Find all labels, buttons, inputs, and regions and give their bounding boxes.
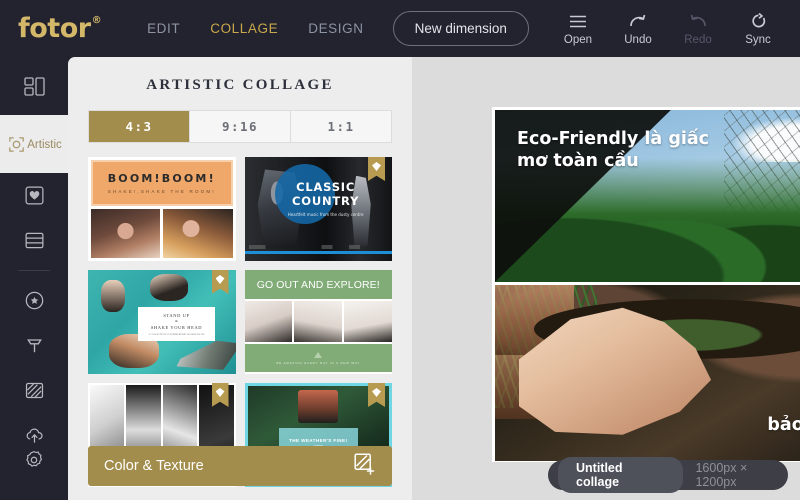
sidebar-item-artistic-label: Artistic bbox=[27, 139, 62, 151]
open-label: Open bbox=[563, 33, 593, 46]
pattern-background-icon bbox=[25, 381, 44, 400]
photo-thumb bbox=[294, 301, 343, 342]
boom-boom-title: BOOM!BOOM! bbox=[107, 172, 216, 185]
template-card-boom-boom[interactable]: BOOM!BOOM! SHAKE!,SHAKE THE ROOM! bbox=[88, 157, 236, 261]
logo-text: fotor bbox=[18, 13, 91, 44]
ratio-tab-9-16[interactable]: 9:16 bbox=[190, 111, 291, 142]
collage-cell-top[interactable]: Eco-Friendly là giấc mơ toàn cầu bbox=[495, 110, 800, 282]
sidebar-item-layouts-rows[interactable] bbox=[0, 218, 68, 263]
swimmer-photo bbox=[149, 274, 189, 302]
template-grid: BOOM!BOOM! SHAKE!,SHAKE THE ROOM! CLASSI… bbox=[88, 157, 392, 487]
stand-up-line3: SHAKE YOUR HEAD bbox=[150, 324, 203, 330]
canvas-text-bottom[interactable]: Yêu bảo vệ thế giới c bbox=[767, 391, 800, 437]
classic-country-line1: CLASSIC bbox=[296, 179, 356, 194]
blue-accent-bar bbox=[244, 251, 392, 254]
photo-thumb bbox=[244, 301, 293, 342]
ratio-tab-4-3[interactable]: 4:3 bbox=[89, 111, 190, 142]
text-tool-icon bbox=[25, 336, 44, 355]
top-tool-group: Open Undo Redo Sync bbox=[548, 0, 788, 57]
stack-rows-icon bbox=[25, 231, 44, 250]
template-card-stand-up[interactable]: STAND UP & SHAKE YOUR HEAD A COLLECTION … bbox=[88, 270, 236, 374]
project-name-field[interactable]: Untitled collage bbox=[558, 457, 684, 493]
canvas-text-top-line2: mơ toàn cầu bbox=[517, 151, 639, 171]
weather-title: THE WEATHER'S FINE! bbox=[289, 437, 348, 443]
registered-mark: ® bbox=[91, 15, 102, 26]
swimmer-photo bbox=[101, 280, 125, 312]
sticker-badge-icon bbox=[25, 291, 44, 310]
undo-arrow-icon bbox=[608, 12, 668, 31]
template-card-classic-country[interactable]: CLASSIC COUNTRY Heartfelt music from the… bbox=[244, 157, 392, 261]
nav-tab-collage[interactable]: COLLAGE bbox=[195, 15, 293, 42]
sidebar-item-stickers[interactable] bbox=[0, 278, 68, 323]
go-out-explore-footer-text: BE AMAZING EVERY DAY IN A NEW WAY bbox=[276, 360, 361, 365]
redo-arrow-icon bbox=[668, 12, 728, 31]
main-nav: EDIT COLLAGE DESIGN New dimension bbox=[132, 11, 529, 46]
color-texture-button[interactable]: Color & Texture bbox=[88, 446, 392, 486]
surfboard-photo bbox=[176, 340, 236, 370]
canvas-text-top-line1: Eco-Friendly là giấc bbox=[517, 129, 710, 149]
project-status-bar: Untitled collage 1600px × 1200px bbox=[548, 457, 788, 493]
collage-cell-bottom[interactable]: Yêu bảo vệ thế giới c bbox=[495, 285, 800, 461]
sidebar-item-artistic[interactable]: Artistic bbox=[0, 115, 68, 173]
sidebar-item-text[interactable] bbox=[0, 323, 68, 368]
hamburger-menu-icon bbox=[548, 12, 608, 31]
collage-canvas[interactable]: Eco-Friendly là giấc mơ toàn cầu Yêu bảo… bbox=[412, 57, 800, 500]
canvas-text-bottom-line2: bảo vệ thế giới c bbox=[767, 415, 800, 435]
fotor-collage-app: fotor® EDIT COLLAGE DESIGN New dimension… bbox=[0, 0, 800, 500]
premium-badge-icon bbox=[211, 270, 229, 294]
open-button[interactable]: Open bbox=[548, 12, 608, 46]
sidebar-item-layout[interactable] bbox=[0, 57, 68, 115]
sidebar-item-settings[interactable] bbox=[0, 437, 68, 482]
camera-subject bbox=[298, 389, 339, 424]
artistic-frame-icon bbox=[6, 134, 27, 155]
left-tool-rail: Artistic bbox=[0, 57, 68, 500]
artistic-collage-panel: ARTISTIC COLLAGE 4:3 9:16 1:1 BOOM!BOOM!… bbox=[68, 57, 412, 500]
canvas-text-top[interactable]: Eco-Friendly là giấc mơ toàn cầu bbox=[517, 128, 709, 172]
stand-up-label: STAND UP & SHAKE YOUR HEAD A COLLECTION … bbox=[138, 307, 215, 341]
add-texture-icon bbox=[354, 452, 376, 480]
boom-boom-subtitle: SHAKE!,SHAKE THE ROOM! bbox=[107, 189, 216, 194]
classic-country-line2: COUNTRY bbox=[292, 193, 360, 208]
heart-in-square-icon bbox=[25, 186, 44, 205]
go-out-explore-title: GO OUT AND EXPLORE! bbox=[244, 270, 392, 299]
photo-thumb bbox=[163, 209, 233, 258]
stand-up-line2: & bbox=[175, 319, 178, 324]
layout-grid-icon bbox=[23, 76, 45, 96]
ratio-tab-1-1[interactable]: 1:1 bbox=[291, 111, 391, 142]
project-dimensions-label: 1600px × 1200px bbox=[695, 461, 748, 489]
stand-up-line1: STAND UP bbox=[163, 312, 190, 318]
panel-title: ARTISTIC COLLAGE bbox=[146, 77, 334, 93]
nav-tab-edit[interactable]: EDIT bbox=[132, 15, 195, 42]
boom-boom-photos bbox=[91, 209, 233, 258]
sync-button[interactable]: Sync bbox=[728, 12, 788, 46]
top-bar: fotor® EDIT COLLAGE DESIGN New dimension… bbox=[0, 0, 800, 57]
go-out-explore-footer: BE AMAZING EVERY DAY IN A NEW WAY bbox=[244, 344, 392, 372]
photo-thumb bbox=[91, 209, 161, 258]
classic-country-subtitle: Heartfelt music from the dusty centre bbox=[287, 211, 364, 217]
photo-strip bbox=[244, 299, 392, 344]
triangle-icon bbox=[314, 351, 323, 358]
sidebar-item-background[interactable] bbox=[0, 368, 68, 413]
redo-label: Redo bbox=[684, 33, 712, 46]
undo-button[interactable]: Undo bbox=[608, 12, 668, 46]
sync-label: Sync bbox=[745, 33, 771, 46]
sync-refresh-icon bbox=[728, 12, 788, 31]
rail-divider bbox=[18, 270, 50, 271]
aspect-ratio-tabs: 4:3 9:16 1:1 bbox=[88, 110, 392, 143]
redo-button[interactable]: Redo bbox=[668, 12, 728, 46]
photo-thumb bbox=[344, 301, 392, 342]
fotor-logo[interactable]: fotor® bbox=[18, 13, 102, 44]
collage-artboard: Eco-Friendly là giấc mơ toàn cầu Yêu bảo… bbox=[492, 107, 800, 462]
boom-boom-banner: BOOM!BOOM! SHAKE!,SHAKE THE ROOM! bbox=[91, 160, 233, 206]
settings-gear-icon bbox=[24, 450, 44, 470]
template-card-go-out-explore[interactable]: GO OUT AND EXPLORE! BE AMAZING EVERY DAY… bbox=[244, 270, 392, 374]
classic-country-text: CLASSIC COUNTRY Heartfelt music from the… bbox=[284, 180, 367, 218]
color-texture-label: Color & Texture bbox=[104, 458, 204, 474]
stand-up-line4: A COLLECTION OF SUMMERTIME SEASIDE SNAPS bbox=[148, 332, 205, 336]
undo-label: Undo bbox=[624, 33, 652, 46]
sidebar-item-favorites[interactable] bbox=[0, 173, 68, 218]
new-dimension-button[interactable]: New dimension bbox=[392, 11, 529, 46]
nav-tab-design[interactable]: DESIGN bbox=[293, 15, 378, 42]
footer-strip bbox=[248, 245, 388, 249]
